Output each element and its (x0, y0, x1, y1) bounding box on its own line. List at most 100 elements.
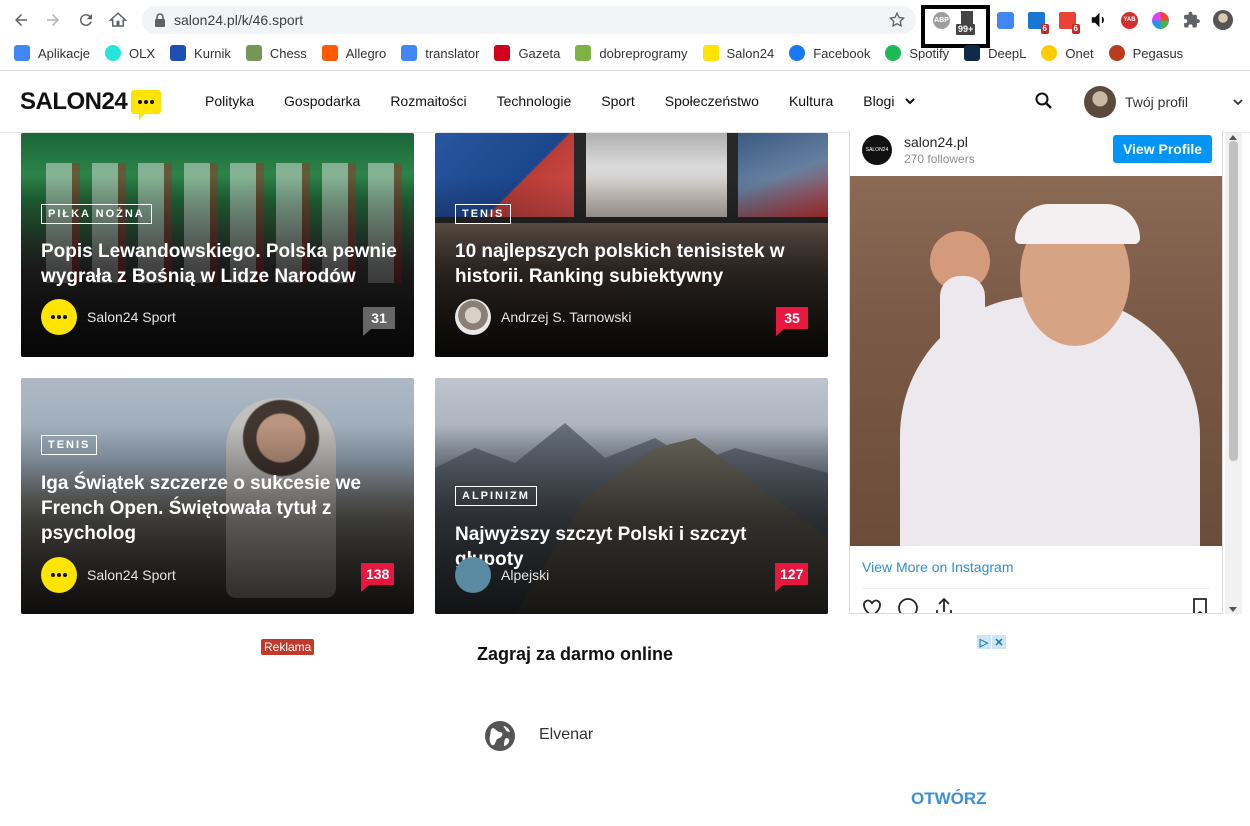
profile-button[interactable]: Twój profil (1084, 86, 1188, 118)
article-card[interactable]: PIŁKA NOŻNA Popis Lewandowskiego. Polska… (21, 133, 414, 357)
comment-count-badge[interactable]: 31 (363, 307, 395, 336)
save-bookmark-icon[interactable] (1188, 596, 1212, 614)
globe-icon[interactable] (484, 720, 516, 752)
comment-count-badge[interactable]: 138 (361, 563, 395, 592)
bookmark-translator[interactable]: translator (401, 41, 479, 65)
menu-item-kultura[interactable]: Kultura (789, 93, 833, 109)
category-tag[interactable]: TENIS (455, 204, 512, 224)
profile-label: Twój profil (1125, 94, 1189, 110)
bookmark-pegasus[interactable]: Pegasus (1108, 41, 1183, 65)
bookmark-chess[interactable]: Chess (245, 41, 307, 65)
bookmark-dobreprogramy[interactable]: dobreprogramy (575, 41, 688, 65)
forward-button[interactable] (37, 4, 69, 36)
chevron-down-icon[interactable] (1232, 96, 1244, 108)
allegro-icon (321, 45, 338, 61)
deepl-icon (964, 45, 981, 61)
view-profile-button[interactable]: View Profile (1113, 135, 1212, 163)
menu-item-technologie[interactable]: Technologie (497, 93, 572, 109)
ad-brand-name[interactable]: Elvenar (539, 726, 593, 744)
article-card[interactable]: TENIS Iga Świątek szczerze o sukcesie we… (21, 378, 414, 614)
ad-title[interactable]: Zagraj za darmo online (477, 644, 673, 665)
back-button[interactable] (5, 4, 37, 36)
yab-icon: YAB (1121, 11, 1138, 29)
reload-button[interactable] (70, 4, 102, 36)
article-title[interactable]: Iga Świątek szczerze o sukcesie we Frenc… (41, 471, 371, 546)
instagram-avatar[interactable]: SALON24 (862, 135, 892, 165)
close-icon[interactable]: ✕ (992, 635, 1006, 649)
salon24-logo[interactable]: SALON24 (20, 88, 162, 120)
menu-item-spoleczenstwo[interactable]: Społeczeństwo (665, 93, 759, 109)
instagram-photo[interactable] (850, 176, 1222, 546)
menu-item-gospodarka[interactable]: Gospodarka (284, 93, 360, 109)
menu-item-rozmaitosci[interactable]: Rozmaitości (390, 93, 466, 109)
instagram-account-name[interactable]: salon24.pl (904, 134, 975, 150)
gazeta-icon (494, 45, 511, 61)
address-bar[interactable]: salon24.pl/k/46.sport (142, 6, 916, 34)
bookmark-onet[interactable]: Onet (1041, 41, 1094, 65)
home-button[interactable] (102, 4, 134, 36)
bookmark-olx[interactable]: OLX (105, 41, 155, 65)
menu-item-polityka[interactable]: Polityka (205, 93, 254, 109)
embed-scrollbar[interactable] (1225, 133, 1242, 614)
google-translate-extension[interactable] (990, 8, 1021, 32)
bookmark-facebook[interactable]: Facebook (789, 41, 870, 65)
scroll-up-arrow-icon[interactable] (1229, 135, 1237, 140)
article-author[interactable]: Salon24 Sport (41, 557, 176, 593)
article-title[interactable]: Popis Lewandowskiego. Polska pewnie wygr… (41, 239, 401, 289)
colorpicker-extension[interactable] (1145, 8, 1176, 32)
bookmark-label: Facebook (813, 45, 871, 61)
translate-icon (401, 45, 418, 61)
heart-icon[interactable] (860, 596, 884, 614)
main-menu: Polityka Gospodarka Rozmaitości Technolo… (190, 93, 916, 109)
salon24-avatar-icon (41, 299, 77, 335)
bookmark-label: OLX (129, 45, 156, 61)
article-card[interactable]: TENIS 10 najlepszych polskich tenisistek… (435, 133, 828, 357)
share-icon[interactable] (932, 596, 956, 614)
bookmark-kurnik[interactable]: Kurnik (170, 41, 231, 65)
bookmark-spotify[interactable]: Spotify (885, 41, 949, 65)
bookmark-salon24[interactable]: Salon24 (702, 41, 774, 65)
comment-icon[interactable] (896, 596, 920, 614)
ad-choices[interactable]: ▷ ✕ (977, 635, 1006, 649)
bookmark-label: Allegro (345, 45, 387, 61)
bookmark-deepl[interactable]: DeepL (964, 41, 1026, 65)
salon24-avatar-icon (41, 557, 77, 593)
comment-count-badge[interactable]: 35 (776, 307, 808, 336)
category-tag[interactable]: PIŁKA NOŻNA (41, 204, 152, 224)
search-icon[interactable] (1034, 91, 1054, 111)
article-author[interactable]: Andrzej S. Tarnowski (455, 299, 631, 335)
avatar (1212, 10, 1233, 30)
category-tag[interactable]: ALPINIZM (455, 486, 537, 506)
color-wheel-icon (1152, 11, 1169, 29)
profile-avatar-button[interactable] (1207, 8, 1238, 32)
avatar-text: SALON24 (865, 147, 889, 153)
scroll-down-arrow-icon[interactable] (1229, 607, 1237, 612)
yab-extension[interactable]: YAB (1114, 8, 1145, 32)
gmail-checker-extension-1[interactable]: 6 (1021, 8, 1052, 34)
article-title[interactable]: 10 najlepszych polskich tenisistek w his… (455, 239, 815, 289)
scroll-thumb[interactable] (1229, 141, 1238, 461)
volume-extension[interactable] (1083, 8, 1114, 32)
comment-count-badge[interactable]: 127 (775, 563, 809, 592)
bookmark-allegro[interactable]: Allegro (321, 41, 387, 65)
onet-icon (1041, 45, 1058, 61)
ad-info-icon[interactable]: ▷ (977, 635, 991, 649)
article-card[interactable]: ALPINIZM Najwyższy szczyt Polski i szczy… (435, 378, 828, 614)
author-avatar (455, 557, 491, 593)
bookmark-gazeta[interactable]: Gazeta (494, 41, 560, 65)
menu-item-blogi[interactable]: Blogi (863, 93, 894, 109)
speech-bubble-icon (131, 90, 162, 120)
bookmark-aplikacje[interactable]: Aplikacje (14, 41, 90, 65)
bookmark-star-icon[interactable] (888, 11, 906, 29)
extensions-menu-button[interactable] (1176, 8, 1207, 32)
bookmark-label: DeepL (988, 45, 1027, 61)
gmail-checker-extension-2[interactable]: 6 (1052, 8, 1083, 34)
article-author[interactable]: Alpejski (455, 557, 549, 593)
ad-open-button[interactable]: OTWÓRZ (911, 789, 987, 809)
category-tag[interactable]: TENIS (41, 435, 98, 455)
chevron-down-icon[interactable] (905, 96, 916, 106)
article-author[interactable]: Salon24 Sport (41, 299, 176, 335)
view-more-link[interactable]: View More on Instagram (862, 559, 1013, 575)
url-text: salon24.pl/k/46.sport (174, 12, 304, 28)
menu-item-sport[interactable]: Sport (601, 93, 634, 109)
